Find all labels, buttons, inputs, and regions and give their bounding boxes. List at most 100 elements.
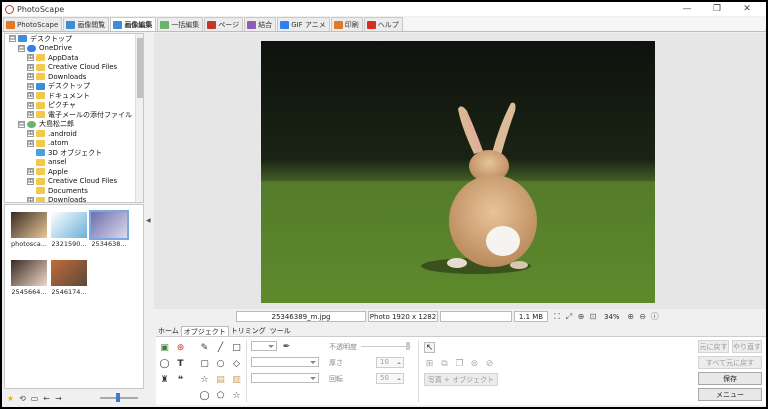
expand-toggle-icon[interactable]: ⊞: [27, 139, 34, 147]
main-tab-0[interactable]: PhotoScape: [3, 17, 63, 31]
color-dropdown[interactable]: [251, 341, 277, 351]
star-shape-icon[interactable]: ☆: [199, 374, 210, 385]
expand-toggle-icon[interactable]: ⊞: [27, 73, 34, 81]
info-icon[interactable]: ⓘ: [650, 312, 660, 322]
circle-icon[interactable]: ○: [215, 358, 226, 369]
pen-icon[interactable]: ✎: [199, 342, 210, 353]
zoom-in-icon[interactable]: ⊕: [626, 312, 636, 322]
folder-tree-item[interactable]: ⊞ .android: [5, 129, 143, 139]
save-button[interactable]: 保存: [698, 372, 762, 385]
zoom-out-icon[interactable]: ⊖: [638, 312, 648, 322]
expand-toggle-icon[interactable]: ⊟: [18, 44, 25, 52]
rotate-icon[interactable]: ⟲: [18, 394, 27, 403]
folder-tree-item[interactable]: ⊞ Downloads: [5, 196, 143, 202]
maximize-button[interactable]: ❐: [702, 2, 732, 16]
edited-photo[interactable]: [261, 41, 655, 303]
main-tab-7[interactable]: 印刷: [330, 17, 363, 31]
rounded-rect-icon[interactable]: ▢: [199, 358, 210, 369]
expand-toggle-icon[interactable]: ⊞: [27, 111, 34, 119]
folder-tree-item[interactable]: ⊞ .atom: [5, 139, 143, 149]
subtab-1[interactable]: オブジェクト: [180, 326, 229, 336]
line-style-dropdown[interactable]: [251, 357, 319, 367]
expand-toggle-icon[interactable]: ⊟: [9, 35, 16, 43]
photo-object-icon[interactable]: ▣: [159, 342, 170, 353]
symbol-icon[interactable]: ⊛: [175, 342, 186, 353]
folder-tree-item[interactable]: ⊞ ピクチャ: [5, 101, 143, 111]
expand-toggle-icon[interactable]: ⊞: [27, 196, 34, 202]
thumbnail-item[interactable]: 2321590...: [49, 212, 89, 248]
folder-tree-item[interactable]: 3D オブジェクト: [5, 148, 143, 158]
subtab-0[interactable]: ホーム: [156, 326, 181, 336]
main-tab-8[interactable]: ヘルプ: [363, 17, 403, 31]
expand-toggle-icon[interactable]: ⊞: [27, 63, 34, 71]
folder-tree-scrollbar-thumb[interactable]: [137, 38, 143, 98]
ellipse-icon[interactable]: ◯: [199, 390, 210, 401]
cursor-select-icon[interactable]: ↖: [424, 342, 435, 353]
back-arrow-icon[interactable]: ←: [42, 394, 51, 403]
expand-toggle-icon[interactable]: ⊞: [27, 82, 34, 90]
folder-tree-item[interactable]: ⊞ 電子メールの添付ファイル: [5, 110, 143, 120]
line-icon[interactable]: ╱: [215, 342, 226, 353]
main-tab-1[interactable]: 画像閲覧: [63, 17, 110, 31]
collapse-arrow-icon[interactable]: ◀: [146, 217, 151, 224]
expand-toggle-icon[interactable]: ⊞: [27, 177, 34, 185]
thumbnail-size-slider-knob[interactable]: [116, 393, 120, 402]
thumbnail-item[interactable]: 2534638...: [89, 210, 129, 248]
zoom-fit-icon[interactable]: ⊕: [576, 312, 586, 322]
actual-size-icon[interactable]: ⤢: [564, 312, 574, 322]
folder-icon[interactable]: ▭: [30, 394, 39, 403]
quote-icon[interactable]: ❝: [175, 374, 186, 385]
expand-toggle-icon[interactable]: ⊞: [27, 130, 34, 138]
folder-tree-scrollbar[interactable]: [135, 34, 143, 202]
main-tab-5[interactable]: 結合: [244, 17, 277, 31]
thumbnail-item[interactable]: 2545664...: [9, 260, 49, 296]
pentagon-icon[interactable]: ⬠: [215, 390, 226, 401]
main-tab-4[interactable]: ページ: [204, 17, 244, 31]
minimize-button[interactable]: —: [672, 2, 702, 16]
folder-tree-item[interactable]: ⊞ ドキュメント: [5, 91, 143, 101]
folder-tree-item[interactable]: ansel: [5, 158, 143, 168]
eyedropper-icon[interactable]: ✒: [281, 341, 292, 352]
folder-tree-item[interactable]: ⊞ Creative Cloud Files: [5, 177, 143, 187]
expand-toggle-icon[interactable]: ⊞: [27, 101, 34, 109]
folder-tree-item[interactable]: ⊞ デスクトップ: [5, 82, 143, 92]
arrow-style-dropdown[interactable]: [251, 373, 319, 383]
folder-tree-item[interactable]: ⊞ Creative Cloud Files: [5, 63, 143, 73]
subtab-2[interactable]: トリミング: [229, 326, 268, 336]
panel-splitter[interactable]: ◀: [145, 33, 153, 405]
folder-tree-item[interactable]: ⊟ OneDrive: [5, 44, 143, 54]
folder-tree-item[interactable]: ⊞ Downloads: [5, 72, 143, 82]
expand-toggle-icon[interactable]: ⊞: [27, 92, 34, 100]
text-icon[interactable]: T: [175, 358, 186, 369]
folder-tree-item[interactable]: ⊟ デスクトップ: [5, 34, 143, 44]
diamond-icon[interactable]: ◇: [231, 358, 242, 369]
expand-toggle-icon[interactable]: ⊞: [27, 168, 34, 176]
thickness-spinner[interactable]: 10: [376, 357, 404, 368]
opacity-slider[interactable]: [361, 346, 411, 347]
folder-tree-item[interactable]: ⊟ 大島松二郎: [5, 120, 143, 130]
thumbnail-item[interactable]: 2546174...: [49, 260, 89, 296]
close-button[interactable]: ✕: [732, 2, 762, 16]
speech-balloon-icon[interactable]: ◯: [159, 358, 170, 369]
menu-button[interactable]: メニュー: [698, 388, 762, 401]
folder-tree-item[interactable]: ⊞ Apple: [5, 167, 143, 177]
star-outline-icon[interactable]: ☆: [231, 390, 242, 401]
fill-rounded-icon[interactable]: ▥: [231, 374, 242, 385]
expand-toggle-icon[interactable]: ⊟: [18, 120, 25, 128]
expand-toggle-icon[interactable]: ⊞: [27, 54, 34, 62]
subtab-3[interactable]: ツール: [268, 326, 293, 336]
forward-arrow-icon[interactable]: →: [54, 394, 63, 403]
rotation-spinner[interactable]: 50: [376, 373, 404, 384]
stamp-icon[interactable]: ♜: [159, 374, 170, 385]
thumbnail-item[interactable]: photosca...: [9, 212, 49, 248]
folder-tree-item[interactable]: Documents: [5, 186, 143, 196]
zoom-original-icon[interactable]: ⊡: [588, 312, 598, 322]
opacity-slider-knob[interactable]: [406, 342, 410, 350]
rectangle-icon[interactable]: □: [231, 342, 242, 353]
main-tab-2[interactable]: 画像編集: [110, 17, 157, 31]
fill-rect-icon[interactable]: ▤: [215, 374, 226, 385]
fit-window-icon[interactable]: ⛶: [552, 312, 562, 322]
folder-tree-item[interactable]: ⊞ AppData: [5, 53, 143, 63]
main-tab-6[interactable]: GIF アニメ: [277, 17, 330, 31]
star-icon[interactable]: ★: [6, 394, 15, 403]
